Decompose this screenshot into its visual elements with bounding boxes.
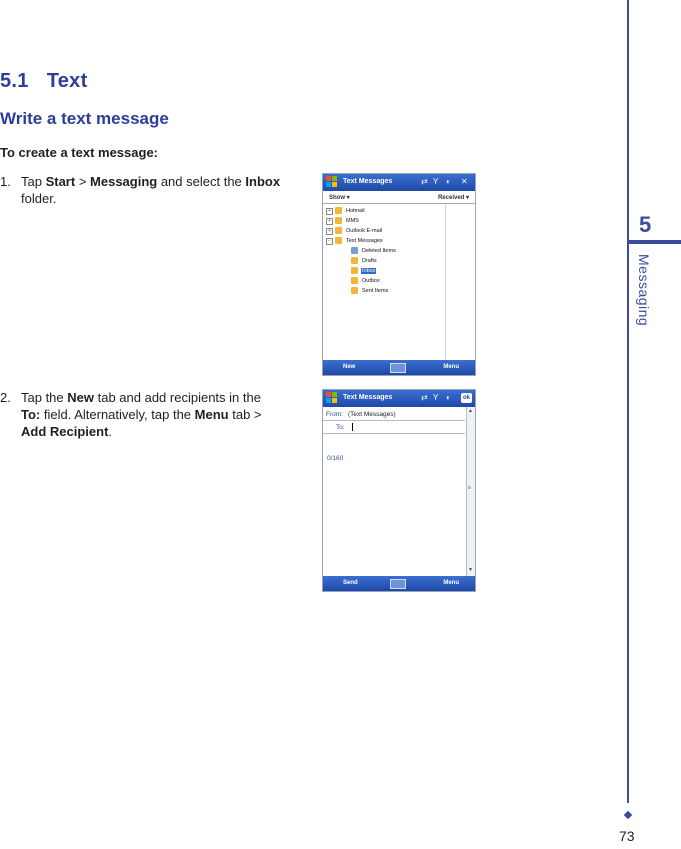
folder-label: Drafts bbox=[362, 258, 377, 264]
menu-softkey[interactable]: Menu bbox=[443, 364, 459, 370]
folder-item[interactable]: Inbox bbox=[325, 266, 445, 276]
title-bar: Text Messages ⇄ Y ◐ ✕ bbox=[323, 174, 475, 191]
chapter-tab: Messaging bbox=[636, 254, 656, 344]
show-dropdown[interactable]: Show ▾ bbox=[329, 194, 350, 201]
procedure-lead: To create a text message: bbox=[0, 145, 158, 160]
folder-icon bbox=[335, 237, 342, 244]
send-softkey[interactable]: Send bbox=[343, 580, 358, 586]
expand-icon[interactable]: + bbox=[326, 208, 333, 215]
to-label: To: bbox=[336, 424, 345, 431]
scroll-up-icon[interactable]: ▲ bbox=[468, 408, 473, 414]
step-number: 2. bbox=[0, 390, 11, 405]
windows-start-icon[interactable] bbox=[326, 392, 337, 403]
chapter-rail bbox=[627, 0, 629, 803]
chapter-number: 5 bbox=[639, 212, 652, 237]
keyboard-icon[interactable] bbox=[390, 363, 406, 373]
softkey-bar: Send Menu bbox=[323, 576, 475, 591]
folder-label: Sent Items bbox=[362, 288, 389, 294]
divider bbox=[445, 204, 446, 369]
menu-softkey[interactable]: Menu bbox=[443, 580, 459, 586]
chapter-name: Messaging bbox=[636, 254, 652, 327]
windows-start-icon[interactable] bbox=[326, 176, 337, 187]
folder-tree: + Hotmail + MMS + Outlook E-mail − Text Message… bbox=[325, 206, 445, 296]
sort-dropdown[interactable]: Received ▾ bbox=[438, 194, 469, 201]
character-counter: 0/160 bbox=[327, 455, 344, 462]
subsection-title: Write a text message bbox=[0, 109, 169, 128]
folder-item[interactable]: Deleted Items bbox=[325, 246, 445, 256]
softkey-bar: New Menu bbox=[323, 360, 475, 375]
folder-label: Hotmail bbox=[346, 208, 365, 214]
from-value: (Text Messages) bbox=[348, 411, 396, 418]
volume-icon: ◐ bbox=[446, 177, 451, 186]
step-text: Tap Start > Messaging and select the Inb… bbox=[21, 174, 281, 206]
folder-icon bbox=[351, 287, 358, 294]
folder-item[interactable]: Drafts bbox=[325, 256, 445, 266]
scrollbar[interactable]: ▲ ≡ ▼ bbox=[466, 407, 475, 576]
section-name: Text bbox=[46, 70, 88, 92]
screenshot-compose: Text Messages ⇄ Y ◐ ok From: (Text Messa… bbox=[322, 389, 476, 592]
folder-icon bbox=[335, 227, 342, 234]
section-title: 5.1 Text bbox=[0, 70, 88, 93]
expand-icon[interactable]: + bbox=[326, 218, 333, 225]
folder-label: Text Messages bbox=[346, 238, 383, 244]
folder-icon bbox=[351, 257, 358, 264]
page-number: 73 bbox=[619, 828, 635, 844]
title-bar: Text Messages ⇄ Y ◐ ok bbox=[323, 390, 475, 407]
signal-icon: Y bbox=[433, 177, 439, 186]
signal-icon: Y bbox=[433, 393, 439, 402]
screenshot-folder-list: Text Messages ⇄ Y ◐ ✕ Show ▾ Received ▾ … bbox=[322, 173, 476, 376]
sync-icon: ⇄ bbox=[421, 177, 428, 186]
folder-icon bbox=[335, 207, 342, 214]
folder-icon bbox=[351, 277, 358, 284]
folder-item[interactable]: Outbox bbox=[325, 276, 445, 286]
to-field[interactable]: To: bbox=[323, 421, 465, 434]
folder-item[interactable]: − Text Messages bbox=[325, 236, 445, 246]
volume-icon: ◐ bbox=[446, 393, 451, 402]
app-title: Text Messages bbox=[343, 178, 393, 185]
text-caret bbox=[352, 423, 353, 431]
folder-icon bbox=[351, 267, 358, 274]
folder-item[interactable]: Sent Items bbox=[325, 286, 445, 296]
from-label: From: bbox=[326, 411, 343, 418]
folder-label: Inbox bbox=[361, 268, 377, 274]
folder-label: Outlook E-mail bbox=[346, 228, 383, 234]
folder-item[interactable]: + Hotmail bbox=[325, 206, 445, 216]
section-number: 5.1 bbox=[0, 70, 29, 92]
close-icon[interactable]: ✕ bbox=[461, 177, 468, 186]
expand-icon[interactable]: + bbox=[326, 228, 333, 235]
from-field[interactable]: From: (Text Messages) bbox=[323, 408, 465, 421]
folder-label: Deleted Items bbox=[362, 248, 396, 254]
folder-item[interactable]: + Outlook E-mail bbox=[325, 226, 445, 236]
ok-button[interactable]: ok bbox=[461, 393, 472, 403]
new-softkey[interactable]: New bbox=[343, 364, 355, 370]
chapter-marker bbox=[629, 240, 681, 244]
folder-icon bbox=[351, 247, 358, 254]
folder-label: MMS bbox=[346, 218, 359, 224]
step-number: 1. bbox=[0, 174, 11, 189]
folder-item[interactable]: + MMS bbox=[325, 216, 445, 226]
app-title: Text Messages bbox=[343, 394, 393, 401]
folder-label: Outbox bbox=[362, 278, 380, 284]
diamond-bullet-icon bbox=[623, 810, 633, 820]
collapse-icon[interactable]: − bbox=[326, 238, 333, 245]
step-text: Tap the New tab and add recipients in th… bbox=[21, 390, 262, 439]
folder-icon bbox=[335, 217, 342, 224]
scroll-thumb-icon[interactable]: ≡ bbox=[468, 485, 471, 491]
scroll-down-icon[interactable]: ▼ bbox=[468, 567, 473, 573]
view-menubar: Show ▾ Received ▾ bbox=[323, 191, 475, 204]
sync-icon: ⇄ bbox=[421, 393, 428, 402]
keyboard-icon[interactable] bbox=[390, 579, 406, 589]
